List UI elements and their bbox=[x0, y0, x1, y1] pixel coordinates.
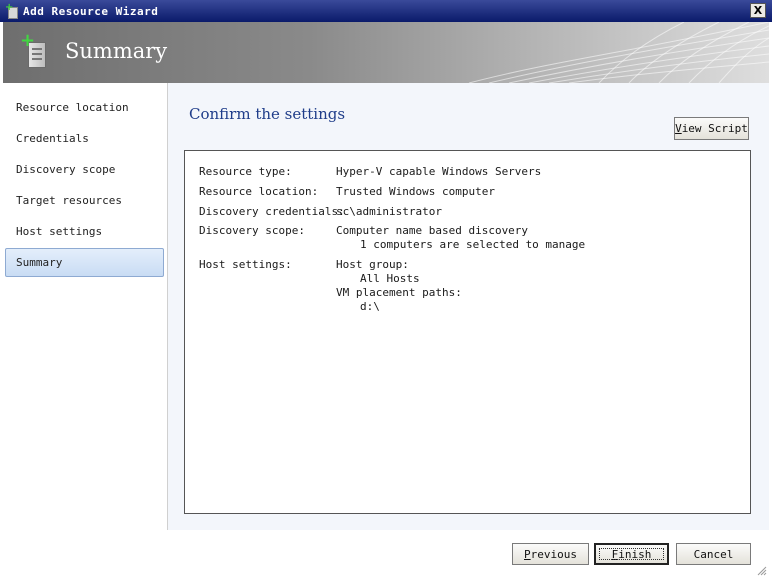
summary-value: sc\administrator bbox=[336, 205, 442, 218]
close-button[interactable]: X bbox=[750, 3, 766, 18]
nav-item-resource-location[interactable]: Resource location bbox=[5, 93, 164, 122]
settings-summary-box: Resource type: Hyper-V capable Windows S… bbox=[184, 150, 751, 514]
summary-detail: 1 computers are selected to manage bbox=[360, 238, 586, 251]
view-script-button[interactable]: View Script bbox=[674, 117, 749, 140]
summary-value: Hyper-V capable Windows Servers bbox=[336, 165, 542, 178]
nav-item-discovery-scope[interactable]: Discovery scope bbox=[5, 155, 164, 184]
window-title: Add Resource Wizard bbox=[23, 4, 159, 18]
summary-value: Trusted Windows computer bbox=[336, 185, 495, 198]
nav-item-target-resources[interactable]: Target resources bbox=[5, 186, 164, 215]
summary-value: Computer name based discovery bbox=[336, 224, 529, 237]
close-icon: X bbox=[753, 4, 763, 17]
host-group-value: All Hosts bbox=[360, 272, 420, 285]
main-content: Confirm the settings View Script Resourc… bbox=[168, 83, 769, 530]
summary-label: Resource type: bbox=[199, 165, 292, 178]
finish-button[interactable]: Finish bbox=[594, 543, 669, 565]
placement-paths-label: VM placement paths: bbox=[336, 286, 462, 299]
summary-label: Discovery credentials: bbox=[199, 205, 345, 218]
summary-label: Host settings: bbox=[199, 258, 292, 271]
nav-item-summary[interactable]: Summary bbox=[5, 248, 164, 277]
wizard-steps-sidebar: Resource location Credentials Discovery … bbox=[3, 83, 168, 530]
host-group-label: Host group: bbox=[336, 258, 409, 271]
placement-paths-value: d:\ bbox=[360, 300, 380, 313]
add-resource-wizard-window: + Add Resource Wizard X + Summary Resour… bbox=[0, 0, 772, 578]
summary-label: Resource location: bbox=[199, 185, 319, 198]
nav-item-credentials[interactable]: Credentials bbox=[5, 124, 164, 153]
summary-label: Discovery scope: bbox=[199, 224, 305, 237]
wizard-banner: + Summary bbox=[3, 22, 769, 83]
title-bar[interactable]: + Add Resource Wizard X bbox=[0, 0, 772, 22]
wizard-footer: Previous Finish Cancel bbox=[3, 530, 769, 578]
resize-grip-icon[interactable] bbox=[755, 564, 767, 576]
cancel-button[interactable]: Cancel bbox=[676, 543, 751, 565]
page-title: Summary bbox=[65, 39, 168, 63]
app-icon: + bbox=[5, 2, 19, 19]
server-add-icon: + bbox=[20, 30, 50, 70]
nav-item-host-settings[interactable]: Host settings bbox=[5, 217, 164, 246]
section-heading: Confirm the settings bbox=[189, 105, 346, 123]
previous-button[interactable]: Previous bbox=[512, 543, 589, 565]
banner-decoration bbox=[468, 22, 769, 83]
